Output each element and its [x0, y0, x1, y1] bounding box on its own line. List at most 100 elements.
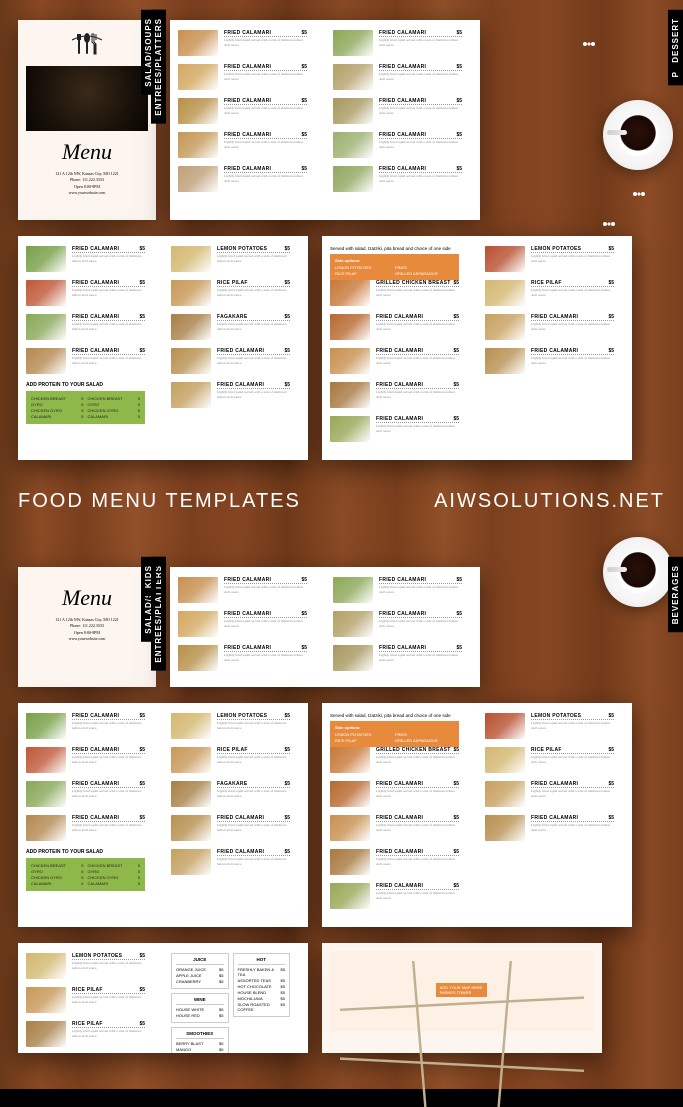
item-name: FRIED CALAMARI: [224, 611, 271, 617]
item-text: RICE PILAF$5 Lightly fried squid served …: [531, 747, 614, 764]
item-thumb: [330, 314, 370, 340]
item-name: LEMON POTATOES: [217, 246, 267, 252]
item-name: FRIED CALAMARI: [531, 314, 578, 320]
menu-cover-short: Menu 121 A 12th NW, Kansas City, MO 1221…: [18, 567, 156, 687]
item-desc: Lightly fried squid served with a side o…: [217, 823, 290, 832]
item-name: FRIED CALAMARI: [379, 645, 426, 651]
bev-col: HOT FRESHLY BAKEN & TEA$5ASSORTED TEAS$5…: [233, 953, 291, 1043]
bev-row: HOT CHOCOLATE$5: [238, 984, 286, 989]
item-desc: Lightly fried squid served with a side o…: [72, 254, 145, 263]
protein-cell: CHICKEN GYRO: [88, 408, 134, 413]
item-desc: Lightly fried squid served with a side o…: [224, 72, 307, 81]
menu-item: FRIED CALAMARI$5 Lightly fried squid ser…: [178, 132, 307, 158]
item-desc: Lightly fried squid served with a side o…: [217, 254, 290, 263]
page-sides: LEMON POTATOES$5 Lightly fried squid ser…: [163, 703, 308, 927]
item-text: FRIED CALAMARI$5 Lightly fried squid ser…: [376, 849, 459, 866]
page-kids: LEMON POTATOES$5 Lightly fried squid ser…: [18, 943, 163, 1053]
item-price: $5: [453, 416, 459, 422]
item-thumb: [330, 781, 370, 807]
menu-item: FRIED CALAMARI$5 Lightly fried squid ser…: [333, 645, 462, 671]
item-text: FRIED CALAMARI$5 Lightly fried squid ser…: [379, 645, 462, 662]
bev-col: JUICE ORANGE JUICE$5APPLE JUICE$5CRANBER…: [171, 953, 229, 1043]
item-desc: Lightly fried squid served with a side o…: [224, 140, 307, 149]
item-thumb: [171, 781, 211, 807]
item-thumb: [171, 280, 211, 306]
protein-cell: 5: [81, 869, 83, 874]
item-text: FRIED CALAMARI$5 Lightly fried squid ser…: [531, 781, 614, 798]
book-appetizers-pita-2: FRIED CALAMARI$5 Lightly fried squid ser…: [170, 567, 480, 687]
item-name: FRIED CALAMARI: [376, 883, 423, 889]
item-text: LEMON POTATOES$5 Lightly fried squid ser…: [72, 953, 145, 970]
menu-item: FRIED CALAMARI$5 Lightly fried squid ser…: [26, 246, 145, 272]
banner-right: AIWSOLUTIONS.NET: [434, 490, 665, 513]
menu-item: FAGAKARE$5 Lightly fried squid served wi…: [171, 314, 290, 340]
page-appetizers: FRIED CALAMARI$5 Lightly fried squid ser…: [170, 567, 325, 687]
menu-item: RICE PILAF$5 Lightly fried squid served …: [26, 1021, 145, 1047]
item-text: FRIED CALAMARI$5 Lightly fried squid ser…: [217, 815, 290, 832]
item-desc: Lightly fried squid served with a side o…: [217, 322, 290, 331]
tab-entrees: ENTREES/PLATTERS: [151, 10, 166, 124]
item-name: FRIED CALAMARI: [376, 416, 423, 422]
menu-item: RICE PILAF$5 Lightly fried squid served …: [26, 987, 145, 1013]
item-thumb: [330, 382, 370, 408]
protein-box: CHICKEN BREAST5CHICKEN BREAST5GYRO5GYRO5…: [26, 858, 145, 891]
item-thumb: [26, 1021, 66, 1047]
item-thumb: [485, 747, 525, 773]
item-price: $5: [139, 348, 145, 354]
item-price: $5: [608, 280, 614, 286]
item-desc: Lightly fried squid served with a side o…: [217, 288, 290, 297]
item-name: LEMON POTATOES: [217, 713, 267, 719]
protein-cell: 5: [138, 396, 140, 401]
item-text: FRIED CALAMARI$5 Lightly fried squid ser…: [217, 382, 290, 399]
bev-title: HOT: [238, 957, 286, 965]
item-thumb: [485, 815, 525, 841]
tab-dessert: DESSERT: [668, 10, 683, 71]
item-text: FRIED CALAMARI$5 Lightly fried squid ser…: [72, 815, 145, 832]
protein-cell: CHICKEN BREAST: [88, 396, 134, 401]
item-text: FRIED CALAMARI$5 Lightly fried squid ser…: [217, 849, 290, 866]
item-name: FRIED CALAMARI: [217, 815, 264, 821]
page-appetizers: FRIED CALAMARI$5 Lightly fried squid ser…: [170, 20, 325, 220]
item-text: FRIED CALAMARI$5 Lightly fried squid ser…: [531, 815, 614, 832]
row-b2: FRIED CALAMARI$5 Lightly fried squid ser…: [18, 703, 665, 927]
row-b1: Menu 121 A 12th NW, Kansas City, MO 1221…: [18, 567, 665, 687]
item-name: FRIED CALAMARI: [72, 348, 119, 354]
side-opt: RICE PILAF: [335, 271, 394, 276]
item-desc: Lightly fried squid served with a side o…: [72, 721, 145, 730]
protein-cell: 5: [81, 414, 83, 419]
item-thumb: [330, 348, 370, 374]
item-thumb: [178, 30, 218, 56]
banner-left: FOOD MENU TEMPLATES: [18, 490, 301, 513]
menu-item: FRIED CALAMARI$5 Lightly fried squid ser…: [26, 280, 145, 306]
protein-cell: 5: [138, 414, 140, 419]
item-desc: Lightly fried squid served with a side o…: [376, 891, 459, 900]
item-desc: Lightly fried squid served with a side o…: [379, 38, 462, 47]
item-desc: Lightly fried squid served with a side o…: [376, 823, 459, 832]
menu-item: FRIED CALAMARI$5 Lightly fried squid ser…: [330, 781, 459, 807]
item-price: $5: [139, 246, 145, 252]
bev-row: MOCHA JAVA$5: [238, 996, 286, 1001]
page-sides: LEMON POTATOES$5 Lightly fried squid ser…: [163, 236, 308, 460]
menu-item: FRIED CALAMARI$5 Lightly fried squid ser…: [26, 815, 145, 841]
item-thumb: [26, 348, 66, 374]
item-price: $5: [301, 30, 307, 36]
banner: FOOD MENU TEMPLATES AIWSOLUTIONS.NET: [18, 476, 665, 527]
item-text: RICE PILAF$5 Lightly fried squid served …: [531, 280, 614, 297]
item-text: FRIED CALAMARI$5 Lightly fried squid ser…: [531, 348, 614, 365]
item-name: FRIED CALAMARI: [379, 166, 426, 172]
menu-item: FRIED CALAMARI$5 Lightly fried squid ser…: [330, 849, 459, 875]
item-thumb: [330, 815, 370, 841]
bev-row: HOUSE WHITE$5: [176, 1007, 224, 1012]
item-text: LEMON POTATOES$5 Lightly fried squid ser…: [531, 713, 614, 730]
side-opt: FRIES: [395, 265, 454, 270]
menu-item: FRIED CALAMARI$5 Lightly fried squid ser…: [178, 645, 307, 671]
item-text: LEMON POTATOES$5 Lightly fried squid ser…: [217, 713, 290, 730]
item-thumb: [333, 166, 373, 192]
item-name: FRIED CALAMARI: [379, 98, 426, 104]
item-text: FRIED CALAMARI$5 Lightly fried squid ser…: [224, 166, 307, 183]
cutlery-icon: [67, 30, 107, 60]
page-dessert: LEMON POTATOES$5 Lightly fried squid ser…: [477, 236, 632, 460]
item-text: FRIED CALAMARI$5 Lightly fried squid ser…: [379, 611, 462, 628]
item-desc: Lightly fried squid served with a side o…: [72, 995, 145, 1004]
item-text: FRIED CALAMARI$5 Lightly fried squid ser…: [379, 132, 462, 149]
